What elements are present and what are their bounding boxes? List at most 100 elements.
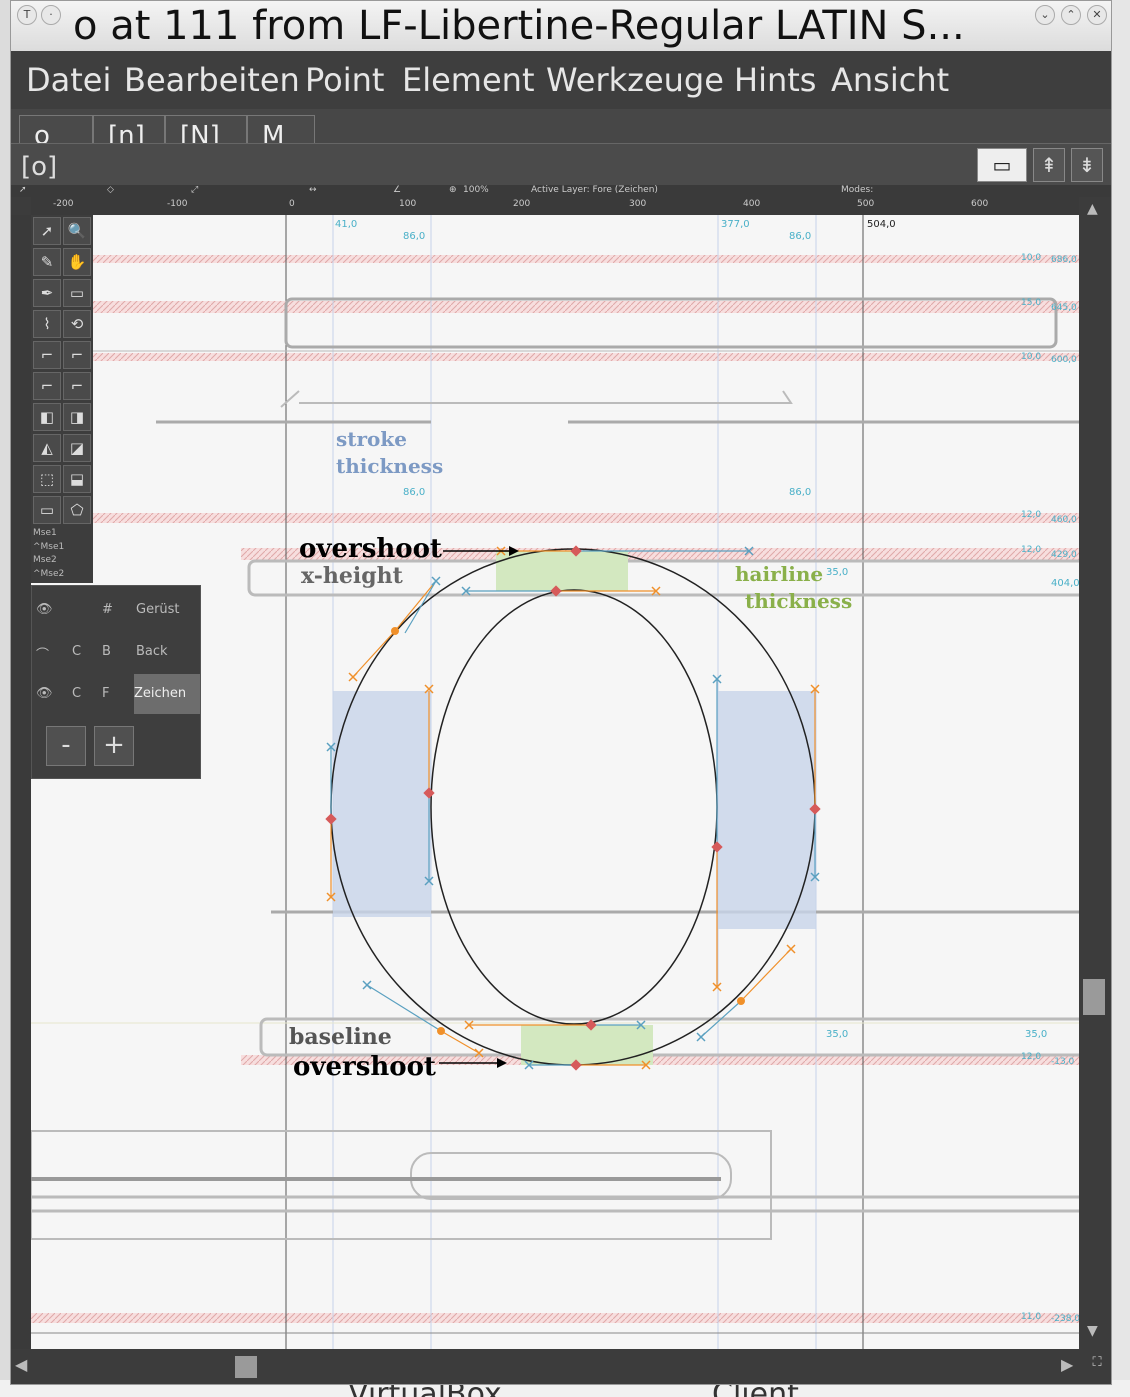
scroll-up-icon[interactable]: ▲ [1087,201,1098,217]
stroke-thickness-box [333,691,431,917]
glyph-drawing[interactable]: 41,0 86,0 377,0 86,0 86,0 86,0 35,0 35,0… [31,215,1079,1349]
advance-width-label: 504,0 [867,219,896,230]
zoom-tool-icon[interactable]: 🔍 [63,217,91,245]
layer-row-zeichen[interactable]: 👁 C F Zeichen [32,674,200,714]
measure-label: 86,0 [789,231,811,242]
active-layer-label: Active Layer: Fore (Zeichen) [531,185,658,195]
glyph-info-bar: [o] ▭ ⇞ ⇟ [11,143,1111,186]
ruler-tick: -100 [167,199,188,209]
rectangle-tool-icon[interactable]: ▭ [33,496,61,524]
title-bar[interactable]: T · o at 111 from LF-Libertine-Regular L… [11,1,1111,51]
view-mode-button[interactable]: ▭ [977,148,1027,182]
annotation-hairline-thickness: thickness [745,589,852,613]
blue-zone [31,513,1079,523]
tab-n-bracket[interactable]: [n] [93,115,165,144]
blue-zone [91,353,1079,361]
spiro-tool-icon[interactable]: ⟲ [63,310,91,338]
svg-text:12,0: 12,0 [1021,1052,1041,1062]
eye-icon[interactable]: 👁 [36,686,53,701]
ruler-tick: 300 [629,199,647,209]
menu-point[interactable]: Point [305,61,384,99]
scroll-down-icon[interactable]: ▼ [1087,1323,1098,1339]
annotation-overshoot-top: overshoot [299,534,442,564]
3d-rotate-tool-icon[interactable]: ⬚ [33,465,61,493]
menu-werkzeuge[interactable]: Werkzeuge [546,61,724,99]
maximize-icon[interactable]: ⌃ [1061,5,1081,25]
ruler-tool-icon[interactable]: ▭ [63,279,91,307]
eye-closed-icon[interactable]: ⌒ [36,644,49,663]
annotation-hairline: hairline [735,562,823,586]
corner-point-icon[interactable]: ⌐ [33,372,61,400]
vertical-ruler[interactable] [11,215,31,1349]
skew-tool-icon[interactable]: ◪ [63,434,91,462]
hairline-thickness-box [521,1025,653,1065]
glyph-name: [o] [21,152,58,182]
freehand-tool-icon[interactable]: ✎ [33,248,61,276]
width-icon: ↔ [309,185,317,195]
offset-icon: ⤢ [191,185,199,195]
menu-bearbeiten[interactable]: Bearbeiten [124,61,300,99]
flip-tool-icon[interactable]: ◭ [33,434,61,462]
ruler-tick: -200 [53,199,74,209]
rotate-tool-icon[interactable]: ◨ [63,403,91,431]
close-icon[interactable]: ✕ [1087,5,1107,25]
layer-row-geruest[interactable]: 👁 # Gerüst [32,590,200,630]
zone-labels: 10,0 686,0 15,0 645,0 10,0 600,0 12,0 460,0 … [1021,253,1079,1324]
eye-icon[interactable]: 👁 [36,602,53,617]
ruler-tick: 500 [857,199,875,209]
window-sticky-icon[interactable]: · [41,5,61,25]
measure-label: 377,0 [721,219,750,230]
glyph-canvas[interactable]: 41,0 86,0 377,0 86,0 86,0 86,0 35,0 35,0… [31,215,1079,1349]
horizontal-scroll-thumb[interactable] [235,1356,257,1378]
scroll-right-icon[interactable]: ▶ [1061,1355,1073,1374]
add-layer-button[interactable]: + [94,726,134,766]
ruler-tick: 100 [399,199,417,209]
vertical-scroll-thumb[interactable] [1083,979,1105,1015]
annotation-baseline: baseline [289,1024,392,1050]
horizontal-scrollbar[interactable]: ◀ ▶ [11,1349,1099,1381]
blue-zone [91,301,1079,313]
pointer-tool-icon[interactable]: ➚ [33,217,61,245]
tab-N-bracket[interactable]: [N] [165,115,247,144]
curve-points [391,627,745,1035]
resize-grip-icon[interactable]: ⛶ [1087,1355,1107,1375]
angle-icon: ∠ [393,185,402,195]
menu-datei[interactable]: Datei [26,61,111,99]
curve-point-icon[interactable]: ⌐ [33,341,61,369]
hand-tool-icon[interactable]: ✋ [63,248,91,276]
vertical-scrollbar[interactable]: ▲ ▼ [1079,197,1109,1349]
hv-point-icon[interactable]: ⌐ [63,341,91,369]
svg-text:11,0: 11,0 [1021,1312,1041,1322]
svg-text:645,0: 645,0 [1051,303,1077,313]
annotation-x-height: x-height [301,563,404,589]
measure-label: 35,0 [1025,1029,1047,1040]
zoom-icon: ⊕ [449,185,457,195]
tangent-point-icon[interactable]: ⌐ [63,372,91,400]
menu-hints[interactable]: Hints [734,61,816,99]
tab-o[interactable]: o [19,115,93,144]
annotation-overshoot-bottom: overshoot [293,1052,436,1082]
window-menu-icon[interactable]: T [17,5,37,25]
tab-M[interactable]: M [247,115,315,144]
remove-layer-button[interactable]: - [46,726,86,766]
window-title: o at 111 from LF-Libertine-Regular LATIN… [73,3,965,49]
layer-row-back[interactable]: ⌒ C B Back [32,632,200,672]
page-down-button[interactable]: ⇟ [1071,148,1103,182]
polygon-tool-icon[interactable]: ⬠ [63,496,91,524]
knife-tool-icon[interactable]: ✒ [33,279,61,307]
page-up-button[interactable]: ⇞ [1033,148,1065,182]
svg-text:460,0: 460,0 [1051,515,1077,525]
menu-bar: Datei Bearbeiten Point Element Werkzeuge… [11,51,1111,109]
menu-element[interactable]: Element [402,61,534,99]
scroll-left-icon[interactable]: ◀ [15,1355,27,1374]
measure-label: 41,0 [335,219,357,230]
minimize-icon[interactable]: ⌄ [1035,5,1055,25]
menu-ansicht[interactable]: Ansicht [831,61,949,99]
horizontal-ruler[interactable]: -200 -100 0 100 200 300 400 500 600 [31,197,1099,216]
hvcurve-tool-icon[interactable]: ⌇ [33,310,61,338]
scale-tool-icon[interactable]: ◧ [33,403,61,431]
background-shape [31,1130,772,1240]
layer-palette: 👁 # Gerüst ⌒ C B Back 👁 C F Zeichen - + [31,585,201,779]
perspective-tool-icon[interactable]: ⬓ [63,465,91,493]
ruler-tick: 600 [971,199,989,209]
